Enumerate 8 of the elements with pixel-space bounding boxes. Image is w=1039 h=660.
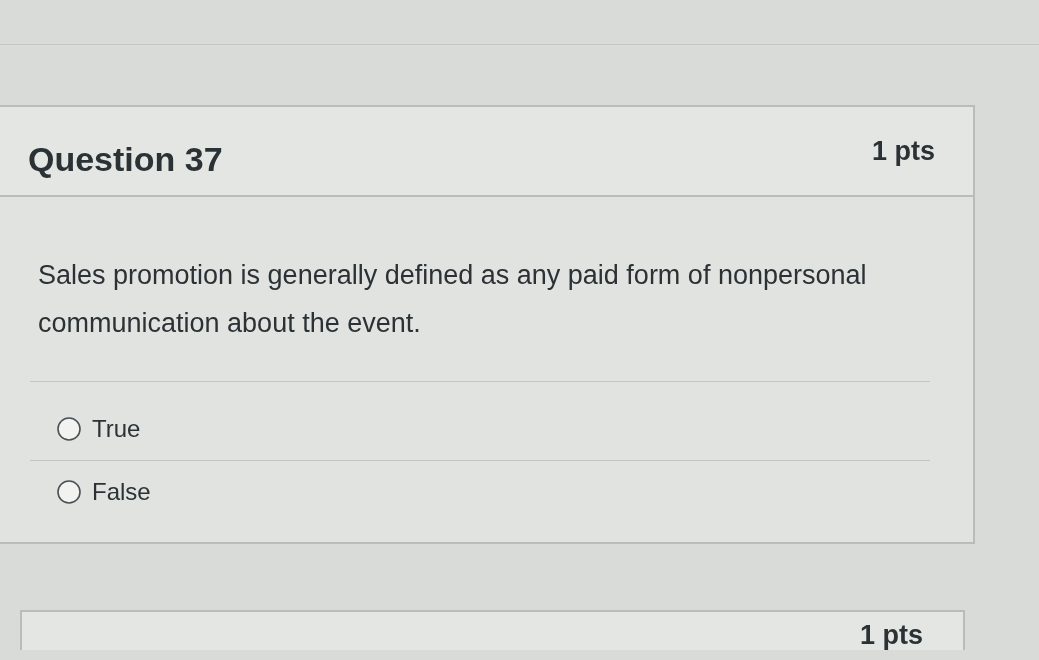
question-title: Question 37 <box>28 139 223 179</box>
answer-label[interactable]: False <box>92 477 151 506</box>
answer-label[interactable]: True <box>92 415 141 443</box>
points-label: 1 pts <box>871 136 935 166</box>
points-label: 1 pts <box>859 620 923 650</box>
radio-button[interactable] <box>57 417 81 441</box>
question-text: Sales promotion is generally defined as any paid form of nonpersonal communication about the event. <box>38 259 868 340</box>
radio-button[interactable] <box>57 479 81 504</box>
